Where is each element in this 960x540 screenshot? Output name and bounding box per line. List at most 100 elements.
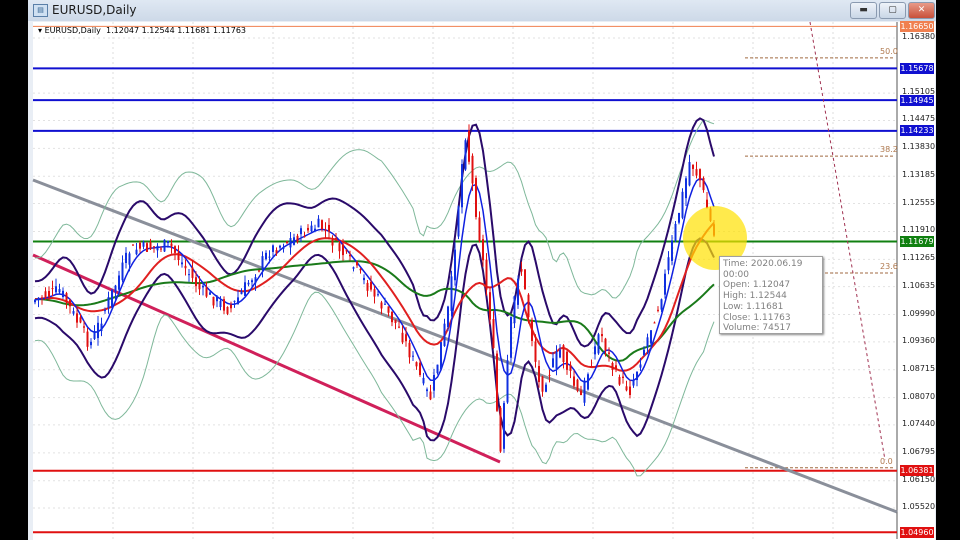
candle-body — [692, 164, 694, 169]
candle-body — [587, 374, 589, 390]
candle-body — [338, 243, 341, 252]
candle-body — [55, 286, 57, 293]
candle-body — [576, 379, 579, 391]
candle-body — [524, 269, 526, 289]
candle-body — [615, 365, 617, 370]
candle-body — [475, 178, 477, 217]
candle-body — [534, 341, 537, 362]
candle-body — [604, 338, 607, 351]
candle-body — [198, 283, 201, 290]
candle-body — [461, 164, 463, 208]
candle-body — [370, 281, 372, 290]
candle-body — [321, 220, 323, 230]
candle-body — [195, 277, 197, 287]
tooltip-close: Close: 1.11763 — [723, 312, 791, 323]
candle-body — [349, 254, 351, 257]
candle-body — [219, 300, 222, 308]
candle-tooltip: Time: 2020.06.19 00:00 Open: 1.12047 Hig… — [719, 256, 823, 334]
fib-level-label: 0.0 — [880, 456, 893, 466]
candle-body — [681, 191, 684, 218]
candle-body — [48, 291, 50, 297]
candle-body — [478, 217, 481, 241]
candle-body — [643, 349, 645, 356]
candle-body — [702, 177, 705, 191]
candle-body — [503, 403, 505, 449]
price-level-label: 1.04960 — [900, 526, 934, 538]
candle-body — [412, 355, 414, 357]
candle-body — [545, 384, 547, 392]
price-tick: 1.11910 — [902, 225, 936, 235]
ohlc-open: 1.12047 — [106, 26, 140, 35]
candle-body — [153, 246, 155, 248]
candle-body — [531, 320, 533, 341]
candle-body — [454, 249, 456, 281]
ohlc-high: 1.12544 — [141, 26, 175, 35]
candle-body — [356, 261, 358, 266]
fib-level-label: 50.0 — [880, 46, 898, 56]
candle-body — [233, 300, 236, 302]
price-level-label: 1.16650 — [900, 20, 934, 32]
candle-body — [272, 245, 274, 252]
candle-body — [559, 349, 561, 358]
price-tick: 1.09990 — [902, 308, 936, 318]
price-tick: 1.06795 — [902, 446, 936, 456]
candle-body — [223, 299, 225, 311]
candle-body — [492, 319, 495, 348]
candle-body — [678, 213, 680, 223]
candle-body — [58, 289, 61, 293]
candle-body — [520, 269, 523, 272]
price-tick: 1.14475 — [902, 114, 936, 124]
candle-body — [457, 206, 460, 237]
ohlc-close: 1.11763 — [212, 26, 247, 35]
candle-body — [569, 364, 572, 371]
candle-body — [517, 278, 519, 305]
price-tick: 1.13830 — [902, 142, 936, 152]
candle-body — [237, 297, 239, 304]
candle-body — [41, 297, 43, 299]
price-tick: 1.09360 — [902, 335, 936, 345]
candle-body — [342, 244, 344, 256]
tooltip-volume: Volume: 74517 — [723, 323, 791, 334]
candle-body — [44, 291, 47, 299]
candle-body — [275, 250, 278, 254]
candle-body — [352, 267, 355, 269]
candle-body — [324, 229, 327, 231]
candle-body — [314, 228, 316, 232]
candle-body — [282, 247, 285, 249]
candle-body — [65, 293, 68, 303]
price-tick: 1.08715 — [902, 363, 936, 373]
candle-body — [363, 277, 365, 281]
candle-body — [170, 243, 173, 247]
candle-body — [100, 323, 103, 332]
candle-body — [289, 238, 292, 248]
candle-body — [447, 306, 449, 328]
candle-body — [671, 240, 673, 261]
candle-body — [230, 304, 232, 309]
price-tick: 1.12555 — [902, 197, 936, 207]
candle-body — [184, 265, 187, 269]
candle-body — [139, 242, 141, 249]
candle-body — [226, 306, 229, 314]
candle-body — [688, 162, 691, 186]
candle-body — [513, 296, 516, 324]
candle-body — [583, 380, 586, 403]
candle-body — [251, 280, 253, 283]
moving-average-blue — [34, 177, 715, 384]
candle-body — [580, 390, 582, 396]
candle-body — [419, 362, 421, 375]
candle-body — [541, 376, 544, 392]
tooltip-open: Open: 1.12047 — [723, 280, 791, 291]
candle-body — [653, 322, 656, 324]
candle-body — [307, 227, 309, 231]
candle-body — [464, 140, 467, 170]
candle-body — [387, 306, 390, 313]
candle-body — [191, 267, 194, 278]
candle-body — [646, 337, 649, 347]
candle-body — [440, 342, 442, 370]
candle-body — [667, 257, 670, 271]
bollinger-outer-lower — [34, 291, 715, 477]
candle-body — [104, 310, 106, 312]
candle-body — [202, 285, 204, 288]
candle-body — [216, 296, 218, 302]
candle-body — [485, 259, 488, 290]
